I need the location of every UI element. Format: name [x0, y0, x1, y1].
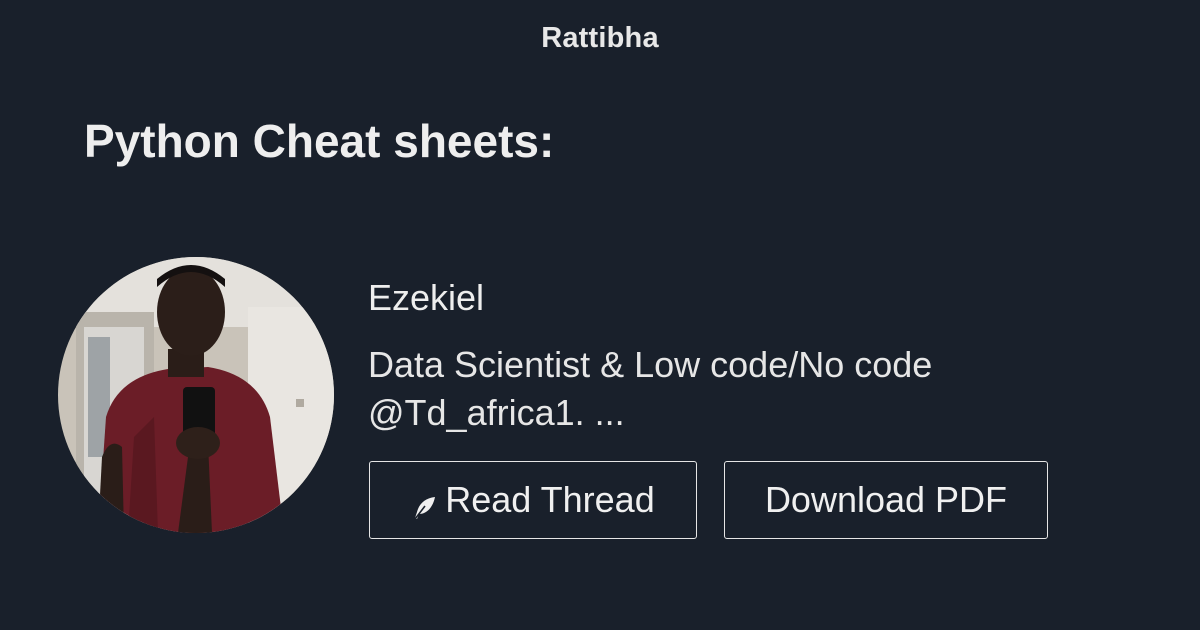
- author-bio: Data Scientist & Low code/No code @Td_af…: [368, 344, 933, 433]
- author-avatar: [58, 257, 334, 533]
- download-pdf-button[interactable]: Download PDF: [724, 461, 1048, 539]
- site-brand[interactable]: Rattibha: [0, 22, 1200, 55]
- author-name: Ezekiel: [368, 277, 485, 318]
- thread-title: Python Cheat sheets:: [84, 115, 555, 167]
- download-pdf-label: Download PDF: [764, 479, 1008, 520]
- feather-icon: [411, 489, 439, 520]
- read-thread-label: Read Thread: [445, 479, 655, 520]
- avatar-photo: [58, 257, 334, 533]
- read-thread-button[interactable]: Read Thread: [369, 461, 697, 539]
